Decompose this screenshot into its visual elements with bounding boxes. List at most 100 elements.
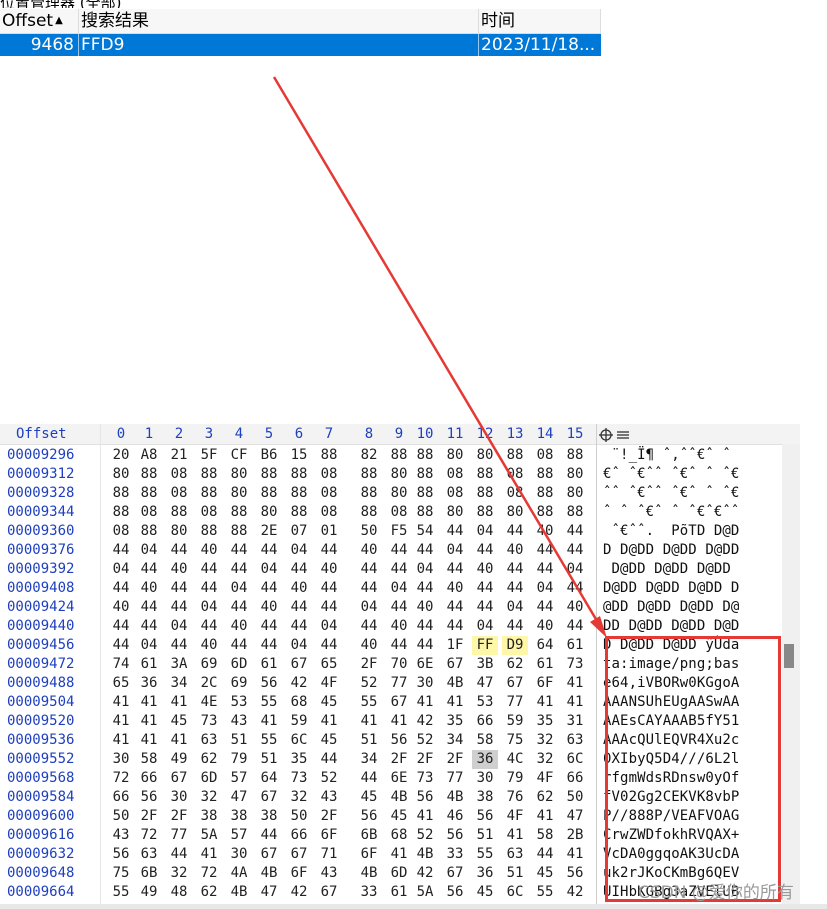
hex-byte[interactable]: 57 — [226, 769, 252, 788]
hex-byte[interactable]: 77 — [502, 693, 528, 712]
hex-byte[interactable]: 73 — [562, 655, 588, 674]
hex-byte[interactable]: 61 — [386, 883, 412, 902]
hex-byte[interactable]: 62 — [196, 883, 222, 902]
hex-byte[interactable]: 44 — [386, 598, 412, 617]
hex-byte[interactable]: 61 — [136, 655, 162, 674]
hex-byte[interactable]: 53 — [472, 693, 498, 712]
hex-byte[interactable]: 44 — [412, 617, 438, 636]
hex-row[interactable]: 00009504 41 41 41 4E 53 55 68 45 55 67 41 41 53 77 41 41… — [0, 693, 800, 712]
hex-byte[interactable]: B6 — [256, 446, 282, 465]
hex-byte[interactable]: 4C — [502, 750, 528, 769]
hex-byte[interactable]: 71 — [316, 845, 342, 864]
hex-byte[interactable]: 04 — [472, 617, 498, 636]
hex-byte[interactable]: 75 — [108, 864, 134, 883]
hex-byte[interactable]: 58 — [472, 731, 498, 750]
hex-byte[interactable]: 44 — [256, 579, 282, 598]
hex-byte[interactable]: 42 — [412, 864, 438, 883]
hex-byte[interactable]: 04 — [412, 560, 438, 579]
hex-byte[interactable]: 44 — [316, 636, 342, 655]
hex-byte[interactable]: 44 — [356, 579, 382, 598]
hex-byte[interactable]: 34 — [442, 731, 468, 750]
hex-row-text[interactable]: DD D@DD D@DD D@D — [603, 617, 739, 636]
hex-byte[interactable]: 44 — [502, 579, 528, 598]
hex-byte[interactable]: 52 — [412, 731, 438, 750]
hex-byte[interactable]: 04 — [226, 579, 252, 598]
hex-byte[interactable]: 80 — [386, 465, 412, 484]
hex-byte[interactable]: 40 — [286, 579, 312, 598]
hex-byte[interactable]: 44 — [502, 617, 528, 636]
hex-byte[interactable]: 6B — [136, 864, 162, 883]
hex-byte[interactable]: 72 — [108, 769, 134, 788]
hex-byte[interactable]: 4F — [532, 769, 558, 788]
hex-byte[interactable]: 80 — [562, 465, 588, 484]
hex-byte[interactable]: 41 — [136, 693, 162, 712]
hex-byte[interactable]: CF — [226, 446, 252, 465]
hex-byte[interactable]: 08 — [166, 484, 192, 503]
hex-row-text[interactable]: @DD D@DD D@DD D@ — [603, 598, 739, 617]
hex-byte[interactable]: 38 — [226, 807, 252, 826]
hex-byte[interactable]: 79 — [502, 769, 528, 788]
hex-byte[interactable]: 63 — [196, 731, 222, 750]
hex-byte[interactable]: 45 — [316, 731, 342, 750]
hex-byte[interactable]: 50 — [286, 807, 312, 826]
hex-byte[interactable]: 65 — [108, 674, 134, 693]
hex-byte[interactable]: 44 — [412, 541, 438, 560]
hex-byte[interactable]: 6E — [412, 655, 438, 674]
hex-byte[interactable]: 44 — [412, 579, 438, 598]
hex-byte[interactable]: 44 — [108, 617, 134, 636]
hex-byte[interactable]: 2C — [196, 674, 222, 693]
hex-byte[interactable]: 66 — [472, 712, 498, 731]
hex-byte[interactable]: 44 — [196, 579, 222, 598]
hex-byte[interactable]: 88 — [562, 503, 588, 522]
hex-byte[interactable]: 56 — [442, 826, 468, 845]
hex-byte[interactable]: 40 — [502, 541, 528, 560]
hex-row-text[interactable]: ˆ ˆ ˆ€ˆ ˆ ˆ€ˆ€ˆˆ — [603, 503, 739, 522]
hex-byte[interactable]: 42 — [412, 712, 438, 731]
hex-byte[interactable]: 74 — [108, 655, 134, 674]
hex-byte[interactable]: 59 — [502, 712, 528, 731]
hex-byte[interactable]: 88 — [472, 465, 498, 484]
hex-byte[interactable]: 73 — [286, 769, 312, 788]
hex-row-text[interactable]: AAANSUhEUgAASwAA — [603, 693, 739, 712]
hex-byte[interactable]: 41 — [386, 845, 412, 864]
hex-row[interactable]: 00009360 08 88 80 88 88 2E 07 01 50 F5 54 44 04 44 40 44… — [0, 522, 800, 541]
hex-byte[interactable]: 55 — [108, 883, 134, 902]
hex-byte[interactable]: 44 — [562, 522, 588, 541]
hex-byte[interactable]: 44 — [108, 541, 134, 560]
hex-byte[interactable]: 62 — [196, 750, 222, 769]
hex-byte[interactable]: 49 — [136, 883, 162, 902]
hex-byte[interactable]: 50 — [108, 807, 134, 826]
hex-byte[interactable]: 4F — [502, 807, 528, 826]
hex-byte[interactable]: 41 — [532, 807, 558, 826]
list-row-selected[interactable]: 9468 FFD9 2023/11/18... — [0, 34, 601, 56]
hex-byte[interactable]: 67 — [442, 864, 468, 883]
hex-row[interactable]: 00009632 56 63 44 41 30 67 67 71 6F 41 4B 33 55 63 44 41… — [0, 845, 800, 864]
hex-byte[interactable]: 54 — [412, 522, 438, 541]
hex-byte[interactable]: 6E — [386, 769, 412, 788]
hex-byte[interactable]: 51 — [226, 731, 252, 750]
hex-byte[interactable]: 32 — [532, 750, 558, 769]
hex-byte[interactable]: 40 — [256, 598, 282, 617]
hex-byte[interactable]: 44 — [316, 598, 342, 617]
hex-byte[interactable]: 44 — [316, 541, 342, 560]
hex-byte[interactable]: 88 — [386, 446, 412, 465]
hex-row[interactable]: 00009520 41 41 45 73 43 41 59 41 41 41 42 35 66 59 35 31… — [0, 712, 800, 731]
hex-byte[interactable]: 56 — [256, 674, 282, 693]
hex-byte[interactable]: 08 — [442, 465, 468, 484]
hex-byte[interactable]: 80 — [386, 484, 412, 503]
hex-byte[interactable]: 41 — [196, 845, 222, 864]
hex-byte[interactable]: 45 — [316, 693, 342, 712]
hex-byte[interactable]: 41 — [166, 731, 192, 750]
hex-row[interactable]: 00009440 44 44 04 44 40 44 44 04 44 40 44 44 04 44 40 44… — [0, 617, 800, 636]
hex-byte[interactable]: 40 — [412, 598, 438, 617]
hex-byte[interactable]: 04 — [136, 541, 162, 560]
hex-byte[interactable]: 55 — [256, 731, 282, 750]
column-header-offset[interactable]: Offset ▲ — [0, 9, 79, 33]
hex-byte[interactable]: 41 — [412, 807, 438, 826]
hex-byte[interactable]: 6C — [562, 750, 588, 769]
hex-row-text[interactable]: D@DD D@DD D@DD — [603, 560, 739, 579]
hex-byte[interactable]: 08 — [316, 484, 342, 503]
hex-byte[interactable]: 56 — [442, 883, 468, 902]
hex-byte[interactable]: 42 — [562, 883, 588, 902]
hex-byte[interactable]: 67 — [442, 655, 468, 674]
